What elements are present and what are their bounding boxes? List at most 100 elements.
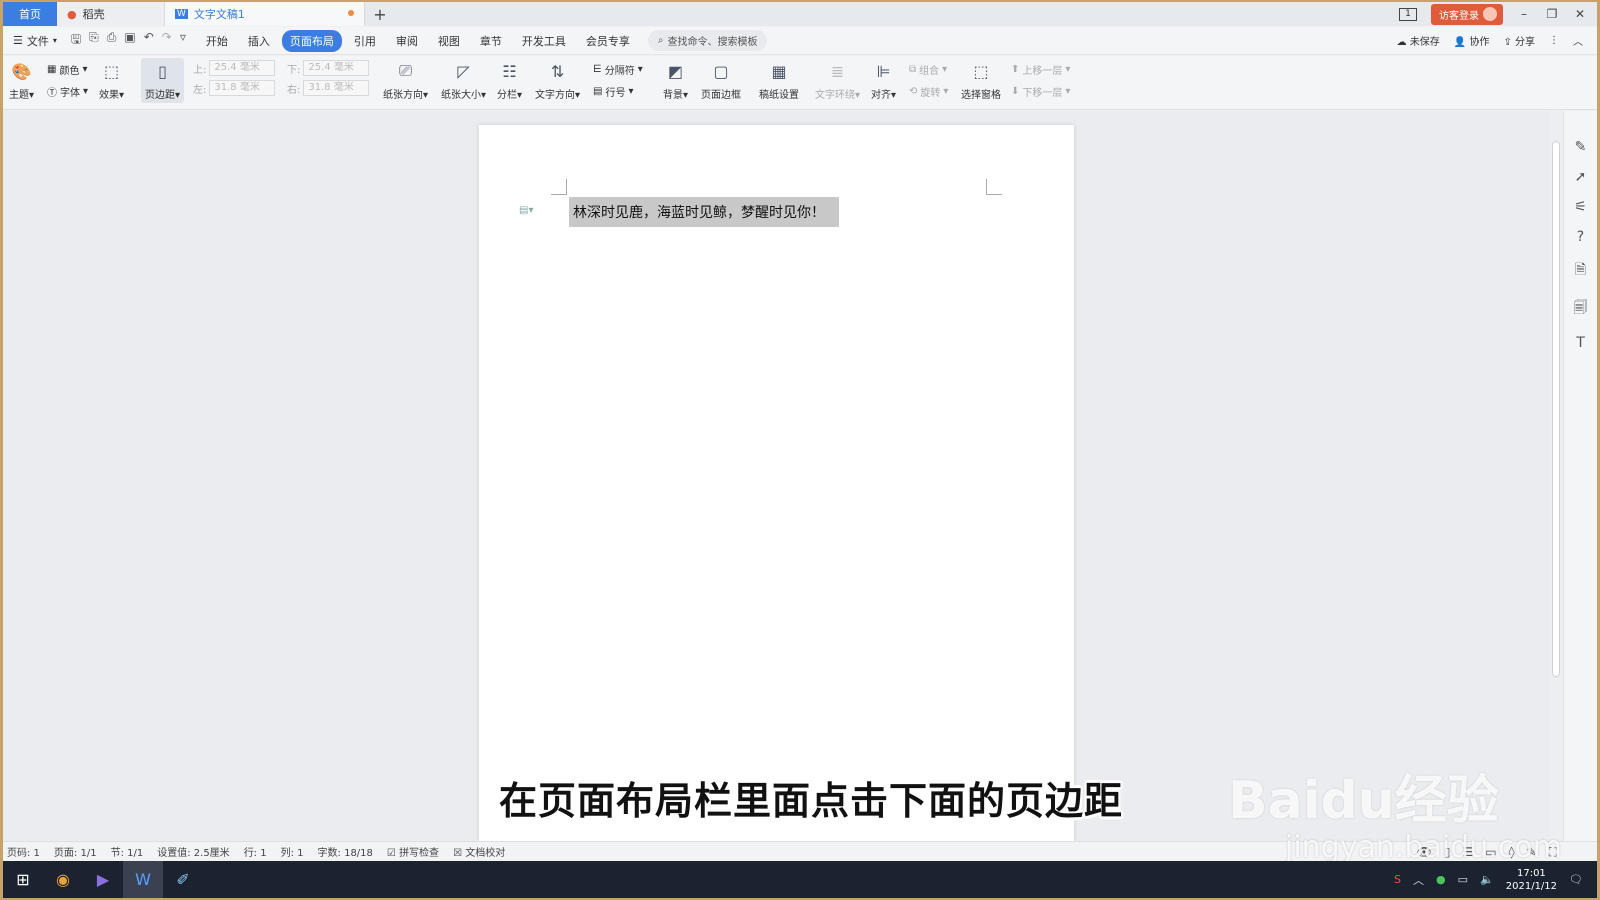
doc-export-icon[interactable]: 🗐 [1574, 297, 1588, 321]
login-button[interactable]: 访客登录 [1431, 3, 1503, 25]
close-icon[interactable]: ✕ [1573, 7, 1587, 21]
volume-icon[interactable]: 🔈 [1480, 873, 1494, 886]
new-tab-button[interactable]: + [365, 2, 395, 26]
background-button[interactable]: ◩ 背景▾ [663, 60, 688, 102]
word-doc-icon: W [175, 9, 188, 19]
text-direction-button[interactable]: ⇅ 文字方向▾ [535, 60, 580, 102]
margin-bottom-field[interactable]: 下: 25.4 毫米 [287, 60, 370, 76]
more-icon[interactable]: ⋮ [1549, 35, 1559, 46]
unsaved-button[interactable]: ☁ 未保存 [1397, 33, 1440, 48]
bring-forward-icon: ⬆ [1011, 64, 1020, 75]
rotate-button[interactable]: ⟲ 旋转 ▾ [909, 84, 948, 99]
tab-document[interactable]: W 文字文稿1 [165, 2, 365, 26]
page-border-button[interactable]: ▢ 页面边框 [701, 60, 741, 102]
chrome-icon[interactable]: ◉ [43, 861, 83, 898]
chevron-down-icon: ▾ [52, 36, 57, 45]
share-button[interactable]: ⇪ 分享 [1503, 33, 1535, 48]
vertical-scrollbar[interactable] [1549, 111, 1563, 841]
send-backward-button[interactable]: ⬇ 下移一层 ▾ [1011, 84, 1070, 99]
notification-icon[interactable]: 🗨 [1569, 873, 1583, 886]
save-icon[interactable]: 🖫 [71, 30, 81, 51]
status-setting: 设置值: 2.5厘米 [157, 848, 230, 859]
tab-daoke[interactable]: ● 稻壳 [57, 2, 165, 26]
margin-right-field[interactable]: 右: 31.8 毫米 [287, 80, 370, 96]
paper-size-label: 纸张大小 [441, 90, 481, 101]
color-button[interactable]: ▦ 颜色 ▾ [47, 62, 87, 77]
start-menu-icon[interactable]: ⊞ [3, 861, 43, 898]
format-painter-icon[interactable]: ⎘ [89, 30, 99, 51]
document-text-selected[interactable]: 林深时见鹿，海蓝时见鲸，梦醒时见你！ [569, 197, 839, 227]
tab-dev-tools[interactable]: 开发工具 [514, 30, 574, 52]
tray-expand-icon[interactable]: ︿ [1413, 872, 1424, 888]
tab-home[interactable]: 首页 [3, 2, 57, 26]
doc-check-icon[interactable]: 🗎 [1575, 259, 1586, 283]
bring-forward-button[interactable]: ⬆ 上移一层 ▾ [1011, 62, 1070, 77]
margin-button[interactable]: ▯ 页边距▾ [141, 58, 185, 103]
font-button[interactable]: Ⓣ 字体 ▾ [47, 84, 88, 99]
help-icon[interactable]: ? [1577, 229, 1584, 245]
spell-check-toggle[interactable]: ☑ 拼写检查 [387, 844, 439, 859]
tab-member[interactable]: 会员专享 [578, 30, 638, 52]
undo-icon[interactable]: ↶ [144, 30, 154, 51]
wps-window: 首页 ● 稻壳 W 文字文稿1 + 1 访客登录 – ❐ ✕ ☰ 文件 ▾ 🖫 … [3, 2, 1597, 898]
tab-document-label: 文字文稿1 [193, 8, 245, 21]
new-tab-label: + [373, 4, 387, 24]
line-number-button[interactable]: ▤ 行号 ▾ [593, 84, 633, 99]
manuscript-button[interactable]: ▦ 稿纸设置 [759, 60, 799, 102]
command-search-input[interactable]: ⌕ 查找命令、搜索模板 [647, 30, 768, 51]
page-count-icon[interactable]: 1 [1399, 7, 1417, 21]
clock[interactable]: 17:01 2021/1/12 [1506, 867, 1557, 893]
restore-icon[interactable]: ❐ [1545, 7, 1559, 21]
scrollbar-thumb[interactable] [1552, 141, 1560, 677]
tab-start[interactable]: 开始 [198, 30, 236, 52]
pointer-icon[interactable]: ➚ [1575, 169, 1587, 185]
status-word-count[interactable]: 字数: 18/18 [318, 844, 373, 859]
paper-size-icon: ◸ [457, 61, 470, 81]
page-count-value: 1 [1405, 8, 1411, 19]
customize-icon[interactable]: ▿ [180, 30, 186, 51]
group-button[interactable]: ⧉ 组合 ▾ [909, 62, 947, 77]
text-icon[interactable]: T [1576, 335, 1585, 351]
search-placeholder: 查找命令、搜索模板 [667, 37, 758, 48]
edit-pen-icon[interactable]: ✎ [1575, 139, 1587, 155]
tab-insert[interactable]: 插入 [240, 30, 278, 52]
doc-proof-toggle[interactable]: ☒ 文档校对 [453, 844, 505, 859]
minimize-icon[interactable]: – [1517, 7, 1531, 21]
margin-left-field[interactable]: 左: 31.8 毫米 [193, 80, 276, 96]
theme-button[interactable]: 🎨 主题▾ [9, 60, 34, 102]
collapse-ribbon-icon[interactable]: ︿ [1573, 33, 1583, 48]
align-button[interactable]: ⊫ 对齐▾ [871, 60, 896, 102]
tab-review[interactable]: 审阅 [388, 30, 426, 52]
wps-writer-icon[interactable]: W [123, 861, 163, 898]
margin-top-field[interactable]: 上: 25.4 毫米 [193, 60, 276, 76]
document-page[interactable]: ▤▾ 林深时见鹿，海蓝时见鲸，梦醒时见你！ [479, 125, 1074, 841]
print-preview-icon[interactable]: ▣ [124, 30, 135, 51]
orientation-button[interactable]: ⎚ 纸张方向▾ [383, 60, 428, 101]
margin-bottom-value: 25.4 毫米 [303, 60, 370, 76]
tab-chapter[interactable]: 章节 [472, 30, 510, 52]
paragraph-handle-icon[interactable]: ▤▾ [519, 205, 533, 216]
collab-button[interactable]: 👤 协作 [1454, 33, 1490, 48]
print-icon[interactable]: ⎙ [107, 30, 117, 51]
columns-label: 分栏 [497, 90, 517, 101]
tab-page-layout[interactable]: 页面布局 [281, 29, 342, 52]
tab-references[interactable]: 引用 [346, 30, 384, 52]
text-wrap-button[interactable]: ≣ 文字环绕▾ [815, 60, 860, 102]
paper-size-button[interactable]: ◸ 纸张大小▾ [441, 60, 486, 102]
ribbon-page-layout: 🎨 主题▾ ▦ 颜色 ▾ Ⓣ 字体 ▾ ⬚ 效果▾ ▯ 页边距▾ 上: 25.4 毫米 … [3, 56, 1597, 110]
input-method-icon[interactable]: S [1394, 873, 1401, 886]
redo-icon[interactable]: ↷ [162, 30, 172, 51]
columns-button[interactable]: ☷ 分栏▾ [497, 60, 522, 102]
separator-button[interactable]: ⋿ 分隔符 ▾ [593, 62, 643, 77]
search-icon: ⌕ [657, 35, 664, 46]
select-pane-button[interactable]: ⬚ 选择窗格 [961, 60, 1001, 102]
network-icon[interactable]: ▭ [1458, 873, 1468, 886]
file-menu-button[interactable]: ☰ 文件 ▾ [3, 33, 65, 49]
settings-sliders-icon[interactable]: ⚟ [1574, 199, 1587, 215]
menu-tabs: 开始 插入 页面布局 引用 审阅 视图 章节 开发工具 会员专享 [198, 29, 638, 52]
effect-button[interactable]: ⬚ 效果▾ [99, 60, 124, 102]
tab-view[interactable]: 视图 [430, 30, 468, 52]
media-player-icon[interactable]: ▶ [83, 861, 123, 898]
wechat-icon[interactable]: ● [1436, 873, 1446, 886]
notepad-icon[interactable]: ✐ [163, 861, 203, 898]
